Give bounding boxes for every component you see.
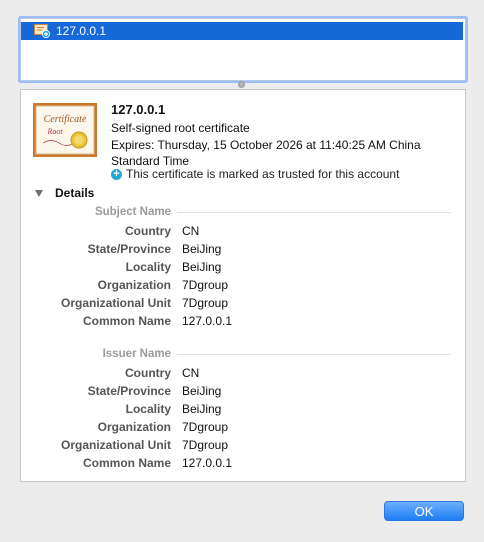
issuer-row: Locality BeiJing bbox=[21, 402, 465, 420]
issuer-value: 7Dgroup bbox=[182, 420, 229, 434]
subject-row: Common Name 127.0.0.1 bbox=[21, 314, 465, 332]
subject-value: 127.0.0.1 bbox=[182, 314, 233, 328]
issuer-value: BeiJing bbox=[182, 402, 222, 416]
subject-row: Organization 7Dgroup bbox=[21, 278, 465, 296]
issuer-row: Common Name 127.0.0.1 bbox=[21, 456, 465, 474]
ok-button[interactable]: OK bbox=[384, 501, 464, 521]
subject-label: Country bbox=[125, 224, 171, 238]
subject-value: BeiJing bbox=[182, 260, 222, 274]
subject-value: CN bbox=[182, 224, 200, 238]
certificate-small-icon bbox=[34, 24, 50, 38]
subject-label: Organization bbox=[97, 278, 171, 292]
subject-row: Organizational Unit 7Dgroup bbox=[21, 296, 465, 314]
certificate-expiry: Expires: Thursday, 15 October 2026 at 11… bbox=[111, 138, 421, 168]
issuer-label: Organization bbox=[97, 420, 171, 434]
subject-value: 7Dgroup bbox=[182, 278, 229, 292]
plus-circle-icon: + bbox=[111, 168, 122, 180]
subject-value: BeiJing bbox=[182, 242, 222, 256]
subject-row: Country CN bbox=[21, 224, 465, 242]
issuer-value: CN bbox=[182, 366, 200, 380]
issuer-label: Country bbox=[125, 366, 171, 380]
disclosure-triangle-icon[interactable] bbox=[35, 189, 43, 197]
certificate-list-label: 127.0.0.1 bbox=[56, 24, 107, 38]
issuer-label: Organizational Unit bbox=[60, 438, 171, 452]
certificate-image-title: Certificate bbox=[44, 114, 87, 125]
subject-label: State/Province bbox=[87, 242, 171, 256]
issuer-value: BeiJing bbox=[182, 384, 222, 398]
subject-row: Locality BeiJing bbox=[21, 260, 465, 278]
issuer-label: Common Name bbox=[82, 456, 171, 470]
certificate-icon: Certificate Root bbox=[33, 103, 97, 157]
trust-status: + This certificate is marked as trusted … bbox=[111, 167, 399, 181]
certificate-name: 127.0.0.1 bbox=[111, 102, 166, 117]
details-disclosure[interactable]: Details bbox=[35, 186, 94, 200]
split-resize-handle[interactable] bbox=[238, 81, 245, 88]
section-divider bbox=[177, 212, 451, 213]
certificate-image-subtitle: Root bbox=[46, 127, 63, 136]
section-divider bbox=[177, 354, 451, 355]
issuer-row: State/Province BeiJing bbox=[21, 384, 465, 402]
issuer-row: Organizational Unit 7Dgroup bbox=[21, 438, 465, 456]
issuer-name-heading: Issuer Name bbox=[102, 348, 171, 360]
issuer-label: Locality bbox=[125, 402, 171, 416]
issuer-value: 127.0.0.1 bbox=[182, 456, 233, 470]
issuer-row: Organization 7Dgroup bbox=[21, 420, 465, 438]
trust-status-text: This certificate is marked as trusted fo… bbox=[126, 167, 400, 181]
subject-name-heading: Subject Name bbox=[94, 206, 171, 218]
subject-label: Common Name bbox=[82, 314, 171, 328]
subject-label: Organizational Unit bbox=[60, 296, 171, 310]
certificate-list[interactable]: 127.0.0.1 bbox=[20, 18, 466, 81]
subject-row: State/Province BeiJing bbox=[21, 242, 465, 260]
subject-value: 7Dgroup bbox=[182, 296, 229, 310]
subject-label: Locality bbox=[125, 260, 171, 274]
certificate-detail-panel: Certificate Root 127.0.0.1 Self-signed r… bbox=[20, 89, 466, 482]
details-label: Details bbox=[55, 186, 95, 200]
certificate-list-item[interactable]: 127.0.0.1 bbox=[21, 22, 463, 40]
issuer-row: Country CN bbox=[21, 366, 465, 384]
certificate-type: Self-signed root certificate bbox=[111, 121, 250, 135]
issuer-value: 7Dgroup bbox=[182, 438, 229, 452]
issuer-label: State/Province bbox=[87, 384, 171, 398]
